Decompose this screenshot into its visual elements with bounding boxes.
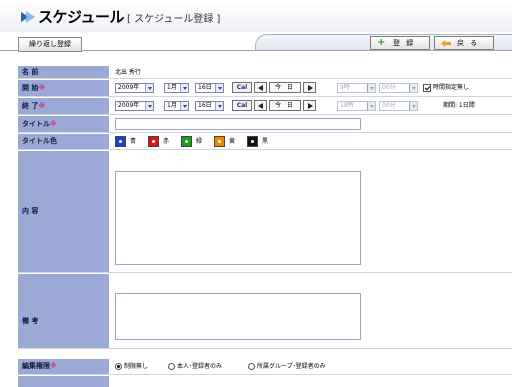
chevron-down-icon (145, 84, 153, 92)
chevron-down-icon (367, 84, 375, 92)
start-hour-select[interactable]: 9時 (337, 83, 376, 93)
end-row: 終 了※ 2009年 1月 16日 Cal 今 日 18時 00分 期間: 1日… (18, 98, 512, 115)
chevron-down-icon (145, 102, 153, 110)
color-label-1: 赤 (163, 138, 170, 145)
color-swatch-0[interactable] (115, 136, 126, 147)
content-label: 内 容 (18, 151, 110, 272)
page-subtitle: [ スケジュール登録 ] (127, 14, 221, 25)
chevron-down-icon (180, 84, 188, 92)
color-label-3: 黄 (229, 138, 236, 145)
no-time-checkbox[interactable] (423, 84, 431, 92)
permission-label-group: 所属グループ･登録者のみ (257, 363, 326, 370)
end-year-select[interactable]: 2009年 (115, 101, 154, 111)
register-button[interactable]: + 登 録 (370, 36, 430, 50)
back-arrow-icon (441, 40, 451, 47)
period-text: 期間: 1日間 (443, 102, 475, 109)
chevron-down-icon (215, 84, 223, 92)
start-value-cell: 2009年 1月 16日 Cal 今 日 9時 00分 時間指定無し (111, 80, 512, 96)
toolbar: 繰り返し登録 + 登 録 戻 る (0, 32, 512, 56)
content-row: 内 容 (18, 151, 512, 273)
title-color-row: タイトル色 青 赤 緑 黄 黒 (18, 134, 512, 150)
remarks-textarea[interactable] (115, 293, 361, 340)
remarks-value-cell (111, 274, 512, 348)
title-row: タイトル※ (18, 116, 512, 133)
color-swatch-3[interactable] (214, 136, 225, 147)
start-month-select[interactable]: 1月 (164, 83, 189, 93)
start-year-select[interactable]: 2009年 (115, 83, 154, 93)
register-button-label: 登 録 (393, 39, 416, 47)
end-day-select[interactable]: 16日 (195, 101, 224, 111)
color-label-4: 黒 (262, 138, 269, 145)
start-next-day-button[interactable] (303, 82, 316, 93)
end-today-button[interactable]: 今 日 (269, 100, 301, 111)
name-row: 名 前 北出 秀行 (18, 66, 512, 79)
start-minute-select[interactable]: 00分 (379, 83, 418, 93)
name-value-cell: 北出 秀行 (111, 66, 512, 78)
color-swatch-4[interactable] (247, 136, 258, 147)
plus-icon: + (377, 37, 386, 48)
page-title: スケジュール (38, 8, 124, 26)
permission-radio-unrestricted[interactable] (115, 363, 122, 370)
color-label-2: 緑 (196, 138, 203, 145)
name-label: 名 前 (18, 66, 110, 78)
end-minute-select[interactable]: 00分 (379, 101, 418, 111)
end-label: 終 了※ (18, 98, 110, 114)
page-header: スケジュール [ スケジュール登録 ] (0, 0, 512, 32)
end-value-cell: 2009年 1月 16日 Cal 今 日 18時 00分 期間: 1日間 (111, 98, 512, 114)
start-calendar-button[interactable]: Cal (232, 82, 252, 93)
title-value-cell (111, 116, 512, 132)
start-today-button[interactable]: 今 日 (269, 82, 301, 93)
remarks-row: 備 考 (18, 274, 512, 349)
edit-permission-label: 編集権限※ (18, 359, 110, 374)
chevron-down-icon (367, 102, 375, 110)
start-prev-day-button[interactable] (254, 82, 267, 93)
permission-label-unrestricted: 制限無し (124, 363, 149, 370)
schedule-logo-icon (21, 11, 35, 23)
next-row-partial (18, 376, 512, 387)
repeat-register-button[interactable]: 繰り返し登録 (18, 37, 82, 52)
permission-radio-self-only[interactable] (168, 363, 175, 370)
back-button[interactable]: 戻 る (434, 36, 494, 50)
back-button-label: 戻 る (457, 39, 480, 47)
end-hour-select[interactable]: 18時 (337, 101, 376, 111)
remarks-label: 備 考 (18, 274, 110, 348)
title-input[interactable] (115, 118, 361, 130)
edit-permission-row: 編集権限※ 制限無し 本人･登録者のみ 所属グループ･登録者のみ (18, 359, 512, 375)
end-month-select[interactable]: 1月 (164, 101, 189, 111)
chevron-down-icon (409, 84, 417, 92)
chevron-down-icon (215, 102, 223, 110)
title-color-cell: 青赤緑黄黒 (111, 134, 512, 149)
start-day-select[interactable]: 16日 (195, 83, 224, 93)
content-textarea[interactable] (115, 171, 361, 265)
color-swatch-2[interactable] (181, 136, 192, 147)
title-color-label: タイトル色 (18, 134, 110, 149)
chevron-down-icon (180, 102, 188, 110)
no-time-label: 時間指定無し (433, 84, 470, 91)
content-value-cell (111, 151, 512, 272)
permission-radio-group[interactable] (248, 363, 255, 370)
title-label: タイトル※ (18, 116, 110, 132)
end-next-day-button[interactable] (303, 100, 316, 111)
name-value: 北出 秀行 (115, 69, 141, 76)
chevron-down-icon (409, 102, 417, 110)
end-prev-day-button[interactable] (254, 100, 267, 111)
edit-permission-cell: 制限無し 本人･登録者のみ 所属グループ･登録者のみ (111, 359, 512, 374)
color-swatch-1[interactable] (148, 136, 159, 147)
end-calendar-button[interactable]: Cal (232, 100, 252, 111)
start-label: 開 始※ (18, 80, 110, 96)
next-row-label (18, 376, 110, 387)
color-label-0: 青 (130, 138, 137, 145)
permission-label-self-only: 本人･登録者のみ (177, 363, 223, 370)
start-row: 開 始※ 2009年 1月 16日 Cal 今 日 9時 00分 時間指定無し (18, 80, 512, 97)
